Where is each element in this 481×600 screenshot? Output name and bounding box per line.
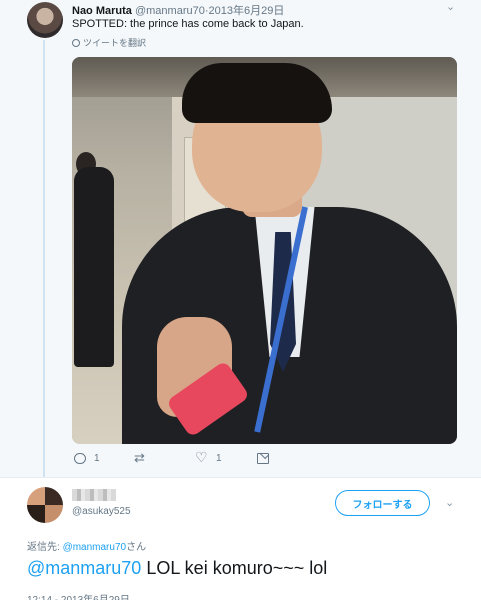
globe-icon (72, 39, 80, 47)
reply-button[interactable]: 1 (74, 453, 100, 464)
reply-author-avatar[interactable] (27, 487, 63, 523)
like-icon (195, 449, 208, 466)
translate-label: ツイートを翻訳 (83, 38, 147, 48)
reply-to-prefix: 返信先: (27, 542, 63, 553)
author-name[interactable]: Nao Maruta (72, 5, 132, 17)
reply-to-line: 返信先: @manmaru70さん (27, 538, 146, 553)
retweet-icon (134, 450, 147, 466)
reply-text-mention[interactable]: @manmaru70 (27, 558, 141, 578)
chevron-down-icon[interactable]: ⌄ (446, 0, 455, 13)
reply-icon (74, 453, 86, 464)
dm-button[interactable] (257, 453, 269, 464)
retweet-button[interactable] (134, 450, 155, 466)
photo-background-person (74, 167, 114, 367)
tweet-header: Nao Maruta @manmaru70·2013年6月29日 (72, 2, 284, 18)
tweet-date[interactable]: 2013年6月29日 (209, 5, 285, 17)
photo-hair (182, 63, 332, 123)
thread-line (43, 40, 45, 478)
reply-count: 1 (94, 453, 100, 464)
tweet-photo[interactable] (72, 57, 457, 444)
reply-text-body: LOL kei komuro~~~ lol (141, 558, 328, 578)
like-count: 1 (216, 453, 222, 464)
tweet-text: SPOTTED: the prince has come back to Jap… (72, 18, 304, 30)
dm-icon (257, 453, 269, 464)
reply-author-handle[interactable]: @asukay525 (72, 506, 131, 517)
author-handle[interactable]: @manmaru70 (135, 5, 205, 17)
reply-timestamp[interactable]: 12:14 - 2013年6月29日 (27, 591, 130, 600)
divider (0, 477, 481, 478)
avatar[interactable] (27, 2, 63, 38)
translate-link[interactable]: ツイートを翻訳 (72, 36, 146, 49)
reply-author-name-redacted (72, 489, 116, 501)
chevron-down-icon[interactable]: ⌄ (445, 496, 454, 509)
tweet-actions: 1 1 (72, 449, 472, 469)
like-button[interactable]: 1 (195, 449, 222, 466)
reply-to-mention[interactable]: @manmaru70 (63, 542, 127, 553)
reply-tweet-text: @manmaru70 LOL kei komuro~~~ lol (27, 558, 327, 579)
reply-to-suffix: さん (126, 542, 147, 553)
follow-button[interactable]: フォローする (335, 490, 430, 516)
